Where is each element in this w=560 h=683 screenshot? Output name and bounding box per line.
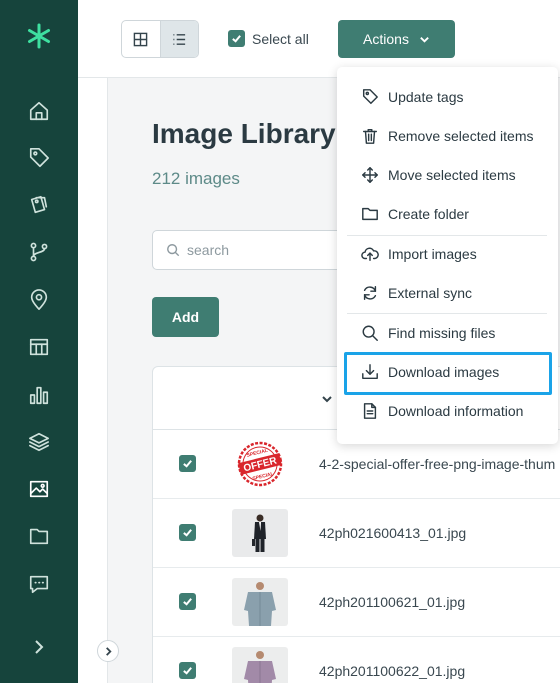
menu-item-label: Find missing files bbox=[388, 325, 496, 341]
select-all-checkbox[interactable] bbox=[228, 30, 245, 47]
menu-item-find-missing[interactable]: Find missing files bbox=[337, 315, 558, 351]
list-view-button[interactable] bbox=[159, 21, 198, 57]
menu-item-import-images[interactable]: Import images bbox=[337, 236, 558, 272]
list-icon bbox=[173, 33, 186, 45]
row-checkbox[interactable] bbox=[179, 455, 196, 472]
left-panel bbox=[78, 78, 108, 683]
asterisk-logo[interactable] bbox=[26, 23, 52, 49]
board-icon[interactable] bbox=[23, 331, 55, 363]
move-icon bbox=[362, 167, 378, 183]
file-name: 42ph021600413_01.jpg bbox=[319, 525, 467, 541]
search-input[interactable] bbox=[187, 242, 337, 258]
branch-icon[interactable] bbox=[23, 236, 55, 268]
tag-icon bbox=[362, 89, 378, 105]
menu-item-label: External sync bbox=[388, 285, 473, 301]
sync-icon bbox=[363, 285, 377, 301]
search-icon bbox=[362, 325, 378, 341]
actions-button-label: Actions bbox=[363, 31, 409, 47]
chat-icon[interactable] bbox=[23, 568, 55, 600]
menu-item-download-images[interactable]: Download images bbox=[337, 354, 558, 390]
bar-chart-icon[interactable] bbox=[23, 379, 55, 411]
menu-item-label: Download information bbox=[388, 403, 524, 419]
menu-item-label: Move selected items bbox=[388, 167, 516, 183]
thumbnail-special-offer[interactable]: OFFER SPECIAL SPECIAL bbox=[232, 440, 288, 488]
chevron-right-icon bbox=[105, 646, 112, 656]
grid-view-button[interactable] bbox=[122, 21, 160, 57]
menu-item-update-tags[interactable]: Update tags bbox=[337, 79, 558, 115]
row-checkbox[interactable] bbox=[179, 593, 196, 610]
menu-item-remove-selected[interactable]: Remove selected items bbox=[337, 118, 558, 154]
select-all-label: Select all bbox=[252, 30, 309, 47]
download-icon bbox=[362, 364, 378, 380]
table-row[interactable]: 42ph021600413_01.jpg bbox=[153, 499, 560, 568]
table-row[interactable]: 42ph201100621_01.jpg bbox=[153, 568, 560, 637]
folder-icon[interactable] bbox=[23, 520, 55, 552]
menu-item-label: Import images bbox=[388, 246, 477, 262]
actions-button[interactable]: Actions bbox=[338, 20, 455, 58]
file-name: 42ph201100621_01.jpg bbox=[319, 594, 466, 610]
row-checkbox[interactable] bbox=[179, 662, 196, 679]
menu-divider bbox=[347, 313, 547, 314]
thumbnail-suit-person[interactable] bbox=[232, 509, 288, 557]
add-button[interactable]: Add bbox=[152, 297, 219, 337]
menu-item-external-sync[interactable]: External sync bbox=[337, 275, 558, 311]
file-name: 4-2-special-offer-free-png-image-thum bbox=[319, 456, 556, 472]
tags-icon[interactable] bbox=[23, 189, 55, 221]
sort-chevron-icon[interactable] bbox=[321, 392, 333, 404]
grid-icon bbox=[134, 32, 148, 46]
menu-item-create-folder[interactable]: Create folder bbox=[337, 196, 558, 232]
document-icon bbox=[363, 403, 377, 419]
panel-expand-button[interactable] bbox=[97, 640, 119, 662]
file-name: 42ph201100622_01.jpg bbox=[319, 663, 466, 679]
table-row[interactable]: 42ph201100622_01.jpg bbox=[153, 637, 560, 683]
actions-dropdown-menu: Update tags Remove selected items Move s… bbox=[337, 67, 558, 444]
menu-item-move-selected[interactable]: Move selected items bbox=[337, 157, 558, 193]
search-icon bbox=[167, 244, 180, 257]
image-count: 212 images bbox=[152, 169, 240, 188]
row-checkbox[interactable] bbox=[179, 524, 196, 541]
folder-icon bbox=[362, 207, 378, 221]
select-all[interactable]: Select all bbox=[228, 30, 309, 47]
view-toggle bbox=[121, 20, 199, 58]
menu-item-label: Remove selected items bbox=[388, 128, 534, 144]
image-icon[interactable] bbox=[23, 473, 55, 505]
menu-item-download-information[interactable]: Download information bbox=[337, 393, 558, 429]
thumbnail-shirt-purple[interactable] bbox=[232, 647, 288, 683]
chevron-right-icon[interactable] bbox=[28, 636, 50, 658]
chevron-down-icon bbox=[420, 36, 429, 43]
search-box bbox=[152, 230, 352, 270]
location-pin-icon[interactable] bbox=[23, 284, 55, 316]
layers-icon[interactable] bbox=[23, 426, 55, 458]
tag-icon[interactable] bbox=[23, 142, 55, 174]
page-title: Image Library bbox=[152, 118, 336, 149]
menu-item-label: Create folder bbox=[388, 206, 469, 222]
cloud-upload-icon bbox=[361, 247, 379, 262]
check-icon bbox=[232, 35, 241, 43]
menu-item-label: Update tags bbox=[388, 89, 464, 105]
thumbnail-shirt-grey[interactable] bbox=[232, 578, 288, 626]
trash-icon bbox=[362, 128, 378, 144]
menu-item-label: Download images bbox=[388, 364, 500, 380]
sidebar bbox=[0, 0, 78, 683]
home-icon[interactable] bbox=[23, 95, 55, 127]
